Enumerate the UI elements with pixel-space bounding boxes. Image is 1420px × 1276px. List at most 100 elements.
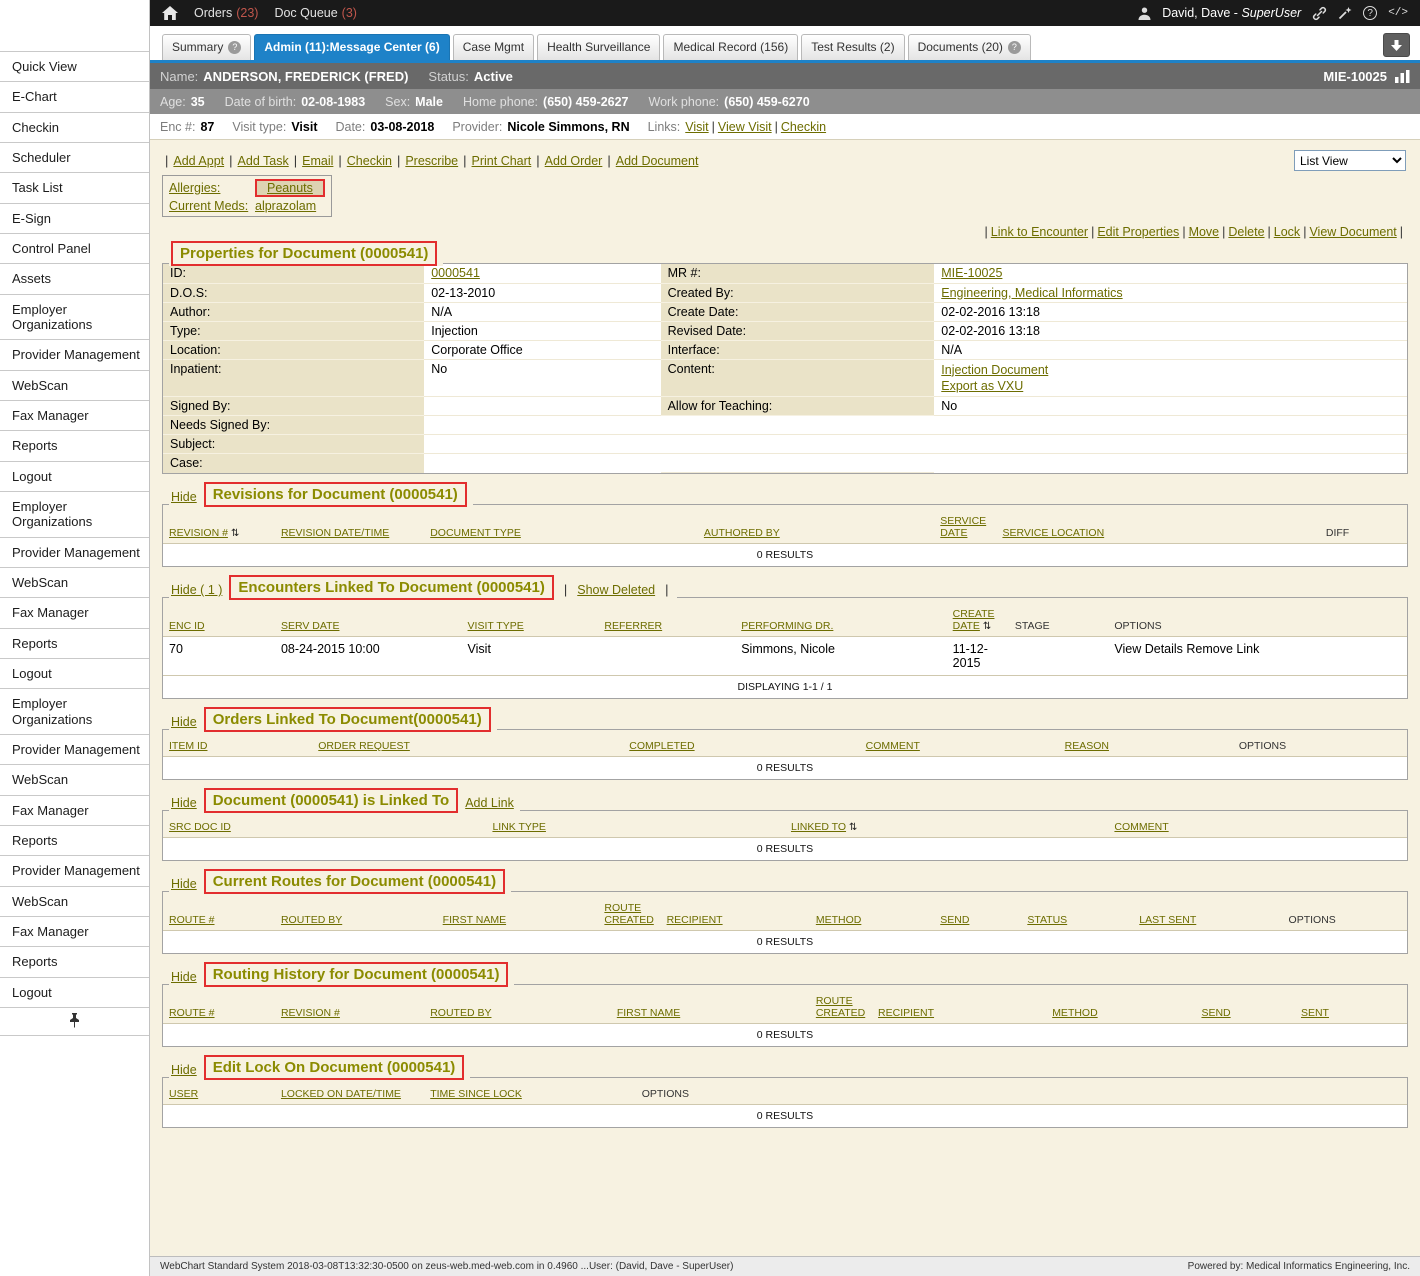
tab-help-icon[interactable]: ? xyxy=(1008,41,1021,54)
orders-link[interactable]: Orders (23) xyxy=(194,6,258,20)
toolbar-link-add-task[interactable]: Add Task xyxy=(238,154,289,168)
toolbar-link-print-chart[interactable]: Print Chart xyxy=(472,154,532,168)
tab-medical-record-156[interactable]: Medical Record (156) xyxy=(663,34,798,60)
toolbar-link-prescribe[interactable]: Prescribe xyxy=(405,154,458,168)
hide-link[interactable]: Hide xyxy=(171,877,197,891)
column-header-reason[interactable]: REASON xyxy=(1059,730,1233,757)
sidebar-item-e-chart[interactable]: E-Chart xyxy=(0,81,149,111)
sidebar-item-webscan[interactable]: WebScan xyxy=(0,370,149,400)
toolbar-link-email[interactable]: Email xyxy=(302,154,333,168)
column-header-serv-date[interactable]: SERV DATE xyxy=(275,598,462,637)
column-header-enc-id[interactable]: ENC ID xyxy=(163,598,275,637)
column-header-send[interactable]: SEND xyxy=(1195,985,1295,1024)
wand-icon[interactable] xyxy=(1338,6,1352,20)
sidebar-item-provider-management[interactable]: Provider Management xyxy=(0,734,149,764)
sidebar-item-reports[interactable]: Reports xyxy=(0,628,149,658)
home-icon[interactable] xyxy=(162,6,178,20)
toolbar-link-add-appt[interactable]: Add Appt xyxy=(173,154,224,168)
column-header-create-date[interactable]: CREATE DATE⇅ xyxy=(947,598,1009,637)
column-header-performing-dr[interactable]: PERFORMING DR. xyxy=(735,598,946,637)
sidebar-item-provider-management[interactable]: Provider Management xyxy=(0,855,149,885)
sidebar-item-e-sign[interactable]: E-Sign xyxy=(0,203,149,233)
column-header-referrer[interactable]: REFERRER xyxy=(598,598,735,637)
sidebar-item-employer-organizations[interactable]: Employer Organizations xyxy=(0,688,149,734)
sort-icon[interactable]: ⇅ xyxy=(983,621,991,632)
property-link-export-as-vxu[interactable]: Export as VXU xyxy=(941,378,1400,394)
sidebar-item-fax-manager[interactable]: Fax Manager xyxy=(0,795,149,825)
toolbar-link-checkin[interactable]: Checkin xyxy=(347,154,392,168)
column-header-recipient[interactable]: RECIPIENT xyxy=(872,985,1046,1024)
column-header-authored-by[interactable]: AUTHORED BY xyxy=(698,505,934,544)
toolbar-link-add-order[interactable]: Add Order xyxy=(545,154,603,168)
toolbar-link-add-document[interactable]: Add Document xyxy=(616,154,699,168)
current-meds-value[interactable]: alprazolam xyxy=(255,199,316,213)
column-header-method[interactable]: METHOD xyxy=(810,892,934,931)
sidebar-item-assets[interactable]: Assets xyxy=(0,263,149,293)
column-header-revision[interactable]: REVISION # xyxy=(275,985,424,1024)
column-header-service-date[interactable]: SERVICE DATE xyxy=(934,505,996,544)
column-header-route-created[interactable]: ROUTE CREATED xyxy=(810,985,872,1024)
chart-icon[interactable] xyxy=(1395,70,1410,83)
sidebar-item-provider-management[interactable]: Provider Management xyxy=(0,339,149,369)
tab-summary[interactable]: Summary? xyxy=(162,34,251,60)
column-header-locked-on-date-time[interactable]: LOCKED ON DATE/TIME xyxy=(275,1078,424,1105)
column-header-order-request[interactable]: ORDER REQUEST xyxy=(312,730,623,757)
hide-link[interactable]: Hide xyxy=(171,715,197,729)
sort-icon[interactable]: ⇅ xyxy=(231,528,239,539)
section-link-show-deleted[interactable]: Show Deleted xyxy=(577,583,655,597)
code-icon[interactable]: </> xyxy=(1388,7,1408,19)
hide-link[interactable]: Hide xyxy=(171,490,197,504)
column-header-revision[interactable]: REVISION #⇅ xyxy=(163,505,275,544)
column-header-src-doc-id[interactable]: SRC DOC ID xyxy=(163,811,486,838)
sidebar-item-checkin[interactable]: Checkin xyxy=(0,112,149,142)
sidebar-item-reports[interactable]: Reports xyxy=(0,430,149,460)
column-header-completed[interactable]: COMPLETED xyxy=(623,730,859,757)
column-header-recipient[interactable]: RECIPIENT xyxy=(661,892,810,931)
column-header-route-created[interactable]: ROUTE CREATED xyxy=(598,892,660,931)
property-link-mie-10025[interactable]: MIE-10025 xyxy=(941,266,1002,280)
doc-action-link-to-encounter[interactable]: Link to Encounter xyxy=(991,225,1088,239)
sidebar-item-control-panel[interactable]: Control Panel xyxy=(0,233,149,263)
hide-link[interactable]: Hide ( 1 ) xyxy=(171,583,222,597)
chain-link-icon[interactable] xyxy=(1312,6,1327,21)
sidebar-pin-button[interactable] xyxy=(0,1007,149,1036)
sidebar-item-logout[interactable]: Logout xyxy=(0,658,149,688)
current-meds-label[interactable]: Current Meds: xyxy=(169,199,255,213)
sidebar-item-reports[interactable]: Reports xyxy=(0,946,149,976)
sidebar-item-quick-view[interactable]: Quick View xyxy=(0,51,149,81)
doc-action-edit-properties[interactable]: Edit Properties xyxy=(1097,225,1179,239)
sidebar-item-webscan[interactable]: WebScan xyxy=(0,764,149,794)
column-header-sent[interactable]: SENT xyxy=(1295,985,1407,1024)
hide-link[interactable]: Hide xyxy=(171,970,197,984)
tab-help-icon[interactable]: ? xyxy=(228,41,241,54)
column-header-revision-date-time[interactable]: REVISION DATE/TIME xyxy=(275,505,424,544)
sidebar-item-fax-manager[interactable]: Fax Manager xyxy=(0,597,149,627)
column-header-comment[interactable]: COMMENT xyxy=(1108,811,1407,838)
property-link-engineering-medical-informatics[interactable]: Engineering, Medical Informatics xyxy=(941,286,1122,300)
view-select[interactable]: List View xyxy=(1294,150,1406,171)
sidebar-item-fax-manager[interactable]: Fax Manager xyxy=(0,916,149,946)
help-icon[interactable]: ? xyxy=(1363,6,1377,20)
column-header-method[interactable]: METHOD xyxy=(1046,985,1195,1024)
tab-case-mgmt[interactable]: Case Mgmt xyxy=(453,34,534,60)
sidebar-item-fax-manager[interactable]: Fax Manager xyxy=(0,400,149,430)
sidebar-item-provider-management[interactable]: Provider Management xyxy=(0,537,149,567)
column-header-route[interactable]: ROUTE # xyxy=(163,985,275,1024)
sidebar-item-employer-organizations[interactable]: Employer Organizations xyxy=(0,294,149,340)
column-header-status[interactable]: STATUS xyxy=(1021,892,1133,931)
tab-documents-20[interactable]: Documents (20)? xyxy=(908,34,1031,60)
column-header-link-type[interactable]: LINK TYPE xyxy=(486,811,785,838)
column-header-last-sent[interactable]: LAST SENT xyxy=(1133,892,1282,931)
sidebar-item-employer-organizations[interactable]: Employer Organizations xyxy=(0,491,149,537)
hide-link[interactable]: Hide xyxy=(171,1063,197,1077)
allergies-label[interactable]: Allergies: xyxy=(169,181,255,195)
patient-link-view-visit[interactable]: View Visit xyxy=(718,120,772,134)
sort-icon[interactable]: ⇅ xyxy=(849,822,857,833)
patient-link-checkin[interactable]: Checkin xyxy=(781,120,826,134)
column-header-first-name[interactable]: FIRST NAME xyxy=(437,892,599,931)
patient-link-visit[interactable]: Visit xyxy=(685,120,708,134)
column-header-item-id[interactable]: ITEM ID xyxy=(163,730,312,757)
doc-action-delete[interactable]: Delete xyxy=(1228,225,1264,239)
current-user[interactable]: David, Dave - SuperUser xyxy=(1162,6,1301,20)
sidebar-item-logout[interactable]: Logout xyxy=(0,977,149,1007)
